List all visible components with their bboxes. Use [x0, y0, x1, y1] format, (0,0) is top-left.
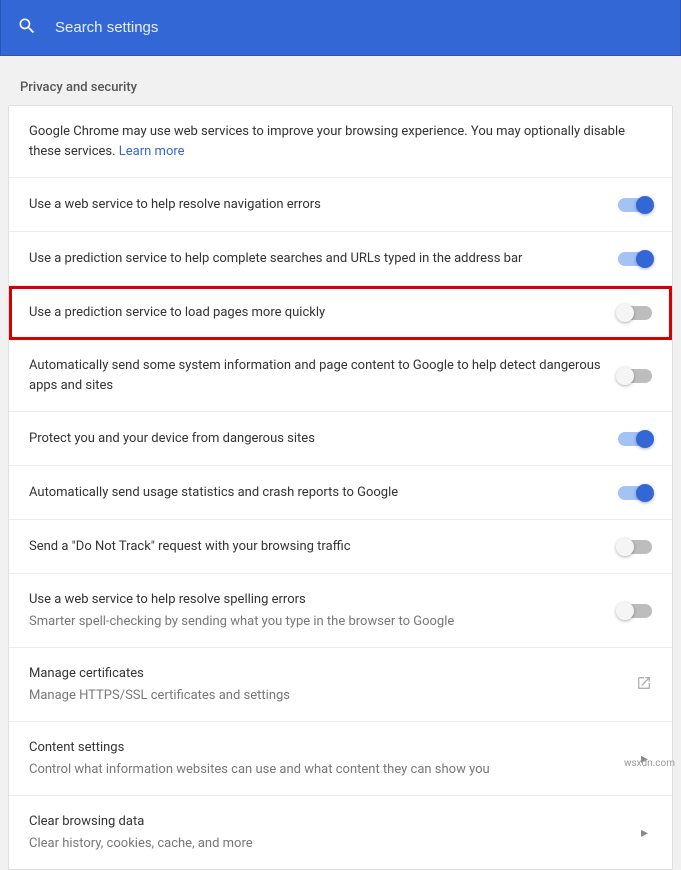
row-title: Automatically send some system informati… — [29, 356, 602, 395]
external-link-icon[interactable] — [636, 675, 652, 695]
settings-row[interactable]: Clear browsing dataClear history, cookie… — [9, 796, 672, 869]
row-title: Manage certificates — [29, 664, 620, 684]
row-text: Send a "Do Not Track" request with your … — [29, 537, 602, 557]
row-title: Use a prediction service to load pages m… — [29, 303, 602, 323]
row-title: Use a web service to help resolve naviga… — [29, 195, 602, 215]
settings-row: Use a prediction service to help complet… — [9, 232, 672, 286]
row-text: Manage certificatesManage HTTPS/SSL cert… — [29, 664, 620, 705]
intro-row: Google Chrome may use web services to im… — [9, 106, 672, 178]
header-bar — [0, 0, 681, 56]
row-text: Use a prediction service to help complet… — [29, 249, 602, 269]
toggle-knob — [636, 196, 654, 214]
toggle-switch[interactable] — [618, 198, 652, 212]
settings-row[interactable]: Manage certificatesManage HTTPS/SSL cert… — [9, 648, 672, 722]
settings-row: Use a prediction service to load pages m… — [9, 286, 672, 340]
intro-text: Google Chrome may use web services to im… — [29, 122, 652, 161]
row-text: Content settingsControl what information… — [29, 738, 621, 779]
row-subtitle: Manage HTTPS/SSL certificates and settin… — [29, 686, 620, 706]
learn-more-link[interactable]: Learn more — [119, 144, 185, 159]
row-title: Automatically send usage statistics and … — [29, 483, 602, 503]
toggle-knob — [616, 304, 634, 322]
toggle-knob — [636, 484, 654, 502]
row-subtitle: Control what information websites can us… — [29, 760, 621, 780]
row-subtitle: Smarter spell-checking by sending what y… — [29, 612, 602, 632]
settings-card: Google Chrome may use web services to im… — [8, 105, 673, 870]
row-subtitle: Clear history, cookies, cache, and more — [29, 834, 621, 854]
row-title: Content settings — [29, 738, 621, 758]
toggle-switch[interactable] — [618, 486, 652, 500]
settings-row: Automatically send usage statistics and … — [9, 466, 672, 520]
row-text: Use a web service to help resolve spelli… — [29, 590, 602, 631]
row-title: Clear browsing data — [29, 812, 621, 832]
toggle-switch[interactable] — [618, 432, 652, 446]
row-title: Use a prediction service to help complet… — [29, 249, 602, 269]
row-title: Send a "Do Not Track" request with your … — [29, 537, 602, 557]
toggle-knob — [616, 538, 634, 556]
row-text: Automatically send some system informati… — [29, 356, 602, 395]
toggle-switch[interactable] — [618, 540, 652, 554]
watermark: wsxdn.com — [624, 758, 675, 769]
toggle-switch[interactable] — [618, 369, 652, 383]
row-text: Use a web service to help resolve naviga… — [29, 195, 602, 215]
toggle-knob — [636, 430, 654, 448]
settings-row[interactable]: Content settingsControl what information… — [9, 722, 672, 796]
row-text: Clear browsing dataClear history, cookie… — [29, 812, 621, 853]
settings-row: Send a "Do Not Track" request with your … — [9, 520, 672, 574]
row-title: Protect you and your device from dangero… — [29, 429, 602, 449]
search-wrap — [17, 16, 455, 40]
settings-row: Protect you and your device from dangero… — [9, 412, 672, 466]
toggle-knob — [616, 367, 634, 385]
toggle-switch[interactable] — [618, 252, 652, 266]
toggle-knob — [636, 250, 654, 268]
row-text: Protect you and your device from dangero… — [29, 429, 602, 449]
settings-row: Use a web service to help resolve naviga… — [9, 178, 672, 232]
row-text: Use a prediction service to load pages m… — [29, 303, 602, 323]
settings-row: Use a web service to help resolve spelli… — [9, 574, 672, 648]
toggle-knob — [616, 602, 634, 620]
settings-row: Automatically send some system informati… — [9, 340, 672, 412]
toggle-switch[interactable] — [618, 604, 652, 618]
chevron-right-icon: ▸ — [637, 825, 652, 841]
toggle-switch[interactable] — [618, 306, 652, 320]
row-text: Automatically send usage statistics and … — [29, 483, 602, 503]
row-title: Use a web service to help resolve spelli… — [29, 590, 602, 610]
section-title: Privacy and security — [0, 56, 681, 105]
search-icon — [17, 16, 37, 40]
search-input[interactable] — [55, 19, 455, 36]
